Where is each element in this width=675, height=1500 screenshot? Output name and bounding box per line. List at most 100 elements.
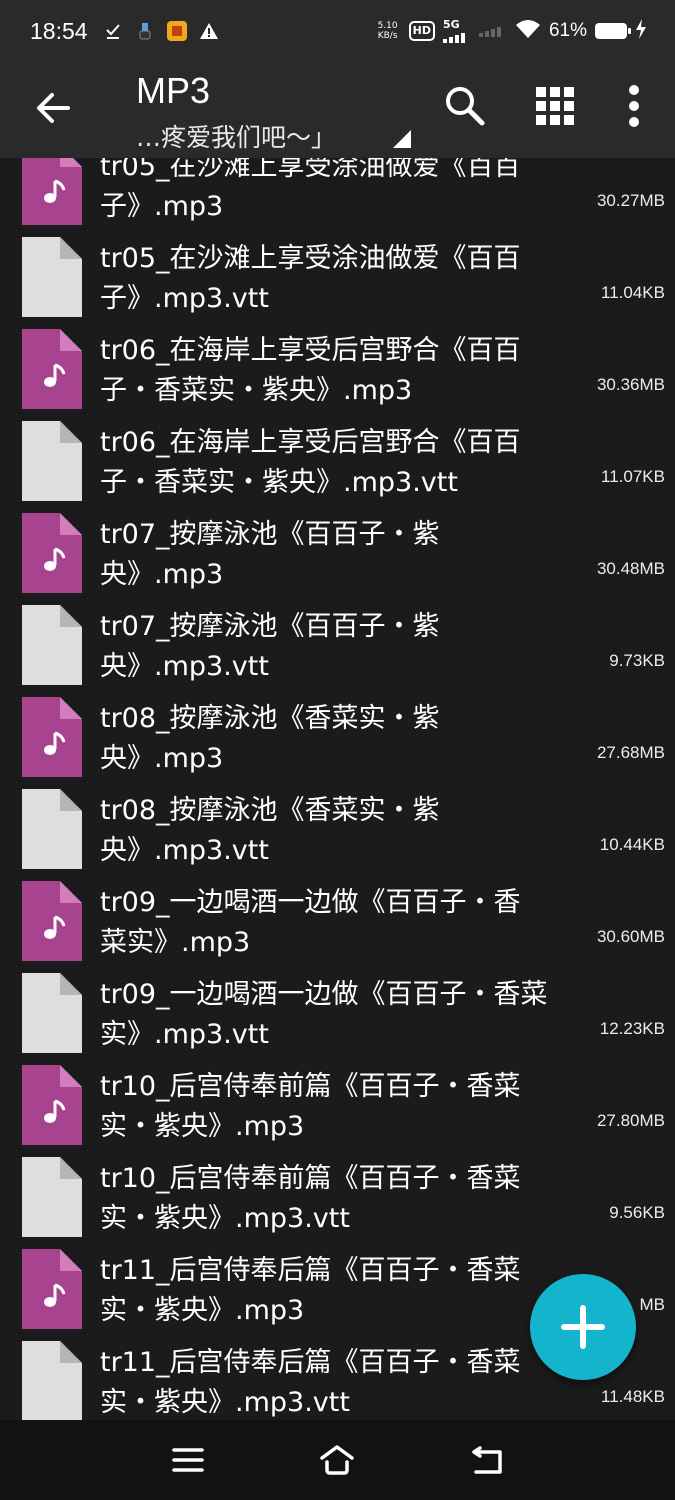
battery-icon (595, 23, 631, 39)
more-options-icon[interactable] (622, 84, 646, 128)
file-size: 30.60MB (596, 927, 665, 946)
file-row[interactable]: tr09_一边喝酒一边做《百百子・香菜 实》.mp3.vtt 12.23KB (0, 973, 675, 1065)
audio-file-icon (22, 158, 82, 225)
audio-file-icon (22, 881, 82, 961)
status-time: 18:54 (30, 18, 88, 44)
file-size: 10.44KB (599, 835, 665, 854)
file-row[interactable]: tr05_在沙滩上享受涂油做爱《百百 子》.mp3.vtt 11.04KB (0, 237, 675, 329)
download-check-icon (102, 20, 124, 42)
home-icon[interactable] (319, 1442, 355, 1478)
network-speed: 5.10 KB/s (377, 21, 398, 41)
grid-view-icon[interactable] (535, 86, 575, 126)
file-name-line2: 实・紫央》.mp3 (100, 1295, 305, 1326)
file-size: 27.68MB (596, 743, 665, 762)
file-name-line1: tr06_在海岸上享受后宫野合《百百 (100, 427, 521, 458)
file-name-line1: tr11_后宫侍奉后篇《百百子・香菜 (100, 1255, 521, 1286)
file-row[interactable]: tr10_后宫侍奉前篇《百百子・香菜 实・紫央》.mp3 27.80MB (0, 1065, 675, 1157)
file-row[interactable]: tr08_按摩泳池《香菜实・紫 央》.mp3 27.68MB (0, 697, 675, 789)
audio-file-icon (22, 1065, 82, 1145)
file-name-line2: 子・香菜实・紫央》.mp3 (100, 375, 413, 406)
file-name: tr09_一边喝酒一边做《百百子・香 菜实》.mp3 (100, 883, 600, 963)
file-name-line1: tr09_一边喝酒一边做《百百子・香菜 (100, 979, 548, 1010)
document-file-icon (22, 789, 82, 869)
document-file-icon (22, 237, 82, 317)
audio-file-icon (22, 1249, 82, 1329)
file-name-line1: tr07_按摩泳池《百百子・紫 (100, 611, 440, 642)
document-file-icon (22, 605, 82, 685)
file-name: tr08_按摩泳池《香菜实・紫 央》.mp3 (100, 699, 600, 779)
file-size: 11.48KB (601, 1387, 665, 1406)
app-bar: MP3 …疼爱我们吧～」 (0, 66, 675, 158)
document-file-icon (22, 973, 82, 1053)
file-name-line1: tr07_按摩泳池《百百子・紫 (100, 519, 440, 550)
audio-file-icon (22, 329, 82, 409)
document-file-icon (22, 1341, 82, 1420)
file-name-line2: 实・紫央》.mp3.vtt (100, 1203, 350, 1234)
file-name-line1: tr10_后宫侍奉前篇《百百子・香菜 (100, 1071, 521, 1102)
file-size: 30.48MB (596, 559, 665, 578)
file-name-line1: tr10_后宫侍奉前篇《百百子・香菜 (100, 1163, 521, 1194)
charging-icon (635, 19, 647, 43)
plus-icon (561, 1305, 605, 1349)
file-size: 9.56KB (609, 1203, 665, 1222)
file-name: tr06_在海岸上享受后宫野合《百百 子・香菜实・紫央》.mp3 (100, 331, 600, 411)
file-size: 11.04KB (601, 283, 665, 302)
file-name-line2: 央》.mp3.vtt (100, 651, 269, 682)
file-name-line2: 菜实》.mp3 (100, 927, 251, 958)
file-size: 30.36MB (596, 375, 665, 394)
file-name-line1: tr08_按摩泳池《香菜实・紫 (100, 703, 440, 734)
file-list[interactable]: tr05_在沙滩上享受涂油做爱《百百 子》.mp3 30.27MB tr05_在沙滩上… (0, 158, 675, 1420)
folder-path-subtitle[interactable]: …疼爱我们吧～」 (136, 118, 336, 154)
file-name-line1: tr05_在沙滩上享受涂油做爱《百百 (100, 158, 521, 182)
file-name-line2: 央》.mp3 (100, 559, 224, 590)
file-name: tr07_按摩泳池《百百子・紫 央》.mp3.vtt (100, 607, 600, 687)
file-name-line2: 实》.mp3.vtt (100, 1019, 269, 1050)
back-arrow-icon[interactable] (34, 88, 74, 128)
file-name: tr07_按摩泳池《百百子・紫 央》.mp3 (100, 515, 600, 595)
page-title: MP3 (136, 70, 211, 111)
file-row[interactable]: tr07_按摩泳池《百百子・紫 央》.mp3 30.48MB (0, 513, 675, 605)
status-bar: 18:54 5.10 KB/s HD 5G 61% (0, 0, 675, 66)
file-row[interactable]: tr08_按摩泳池《香菜实・紫 央》.mp3.vtt 10.44KB (0, 789, 675, 881)
file-size: 12.23KB (599, 1019, 665, 1038)
file-name: tr11_后宫侍奉后篇《百百子・香菜 实・紫央》.mp3.vtt (100, 1343, 600, 1420)
file-row[interactable]: tr07_按摩泳池《百百子・紫 央》.mp3.vtt 9.73KB (0, 605, 675, 697)
dropdown-triangle-icon[interactable] (393, 130, 411, 148)
warning-icon (198, 20, 220, 42)
file-name: tr09_一边喝酒一边做《百百子・香菜 实》.mp3.vtt (100, 975, 600, 1055)
file-size: 9.73KB (609, 651, 665, 670)
file-row[interactable]: tr10_后宫侍奉前篇《百百子・香菜 实・紫央》.mp3.vtt 9.56KB (0, 1157, 675, 1249)
document-file-icon (22, 421, 82, 501)
file-name-line1: tr06_在海岸上享受后宫野合《百百 (100, 335, 521, 366)
file-row[interactable]: tr05_在沙滩上享受涂油做爱《百百 子》.mp3 30.27MB (0, 158, 675, 237)
document-file-icon (22, 1157, 82, 1237)
file-name-line1: tr05_在沙滩上享受涂油做爱《百百 (100, 243, 521, 274)
status-system-icons: 5.10 KB/s HD 5G 61% (375, 18, 647, 44)
file-name: tr11_后宫侍奉后篇《百百子・香菜 实・紫央》.mp3 (100, 1251, 600, 1331)
signal-empty-icon (478, 22, 507, 41)
audio-file-icon (22, 513, 82, 593)
file-row[interactable]: tr06_在海岸上享受后宫野合《百百 子・香菜实・紫央》.mp3.vtt 11.07… (0, 421, 675, 513)
add-fab-button[interactable] (530, 1274, 636, 1380)
file-name-line2: 子》.mp3 (100, 191, 224, 222)
file-row[interactable]: tr09_一边喝酒一边做《百百子・香 菜实》.mp3 30.60MB (0, 881, 675, 973)
status-notification-icons (102, 20, 220, 42)
signal-5g-icon: 5G (442, 19, 471, 43)
file-size: 11.07KB (601, 467, 665, 486)
file-row[interactable]: tr06_在海岸上享受后宫野合《百百 子・香菜实・紫央》.mp3 30.36MB (0, 329, 675, 421)
search-icon[interactable] (443, 84, 487, 128)
file-name: tr05_在沙滩上享受涂油做爱《百百子》.mp3 (100, 158, 600, 227)
file-name-line1: tr11_后宫侍奉后篇《百百子・香菜 (100, 1347, 521, 1378)
file-name: tr10_后宫侍奉前篇《百百子・香菜 实・紫央》.mp3 (100, 1067, 600, 1147)
file-name-line1: tr08_按摩泳池《香菜实・紫 (100, 795, 440, 826)
file-name: tr10_后宫侍奉前篇《百百子・香菜 实・紫央》.mp3.vtt (100, 1159, 600, 1239)
file-size: 30.27MB (596, 191, 665, 210)
file-name-line2: 子・香菜实・紫央》.mp3.vtt (100, 467, 458, 498)
file-name-line2: 子》.mp3.vtt (100, 283, 269, 314)
menu-icon[interactable] (170, 1442, 206, 1478)
file-name-line2: 央》.mp3.vtt (100, 835, 269, 866)
system-navigation-bar (0, 1420, 675, 1500)
file-name-line2: 实・紫央》.mp3.vtt (100, 1387, 350, 1418)
file-name-line2: 央》.mp3 (100, 743, 224, 774)
back-nav-icon[interactable] (470, 1442, 506, 1478)
